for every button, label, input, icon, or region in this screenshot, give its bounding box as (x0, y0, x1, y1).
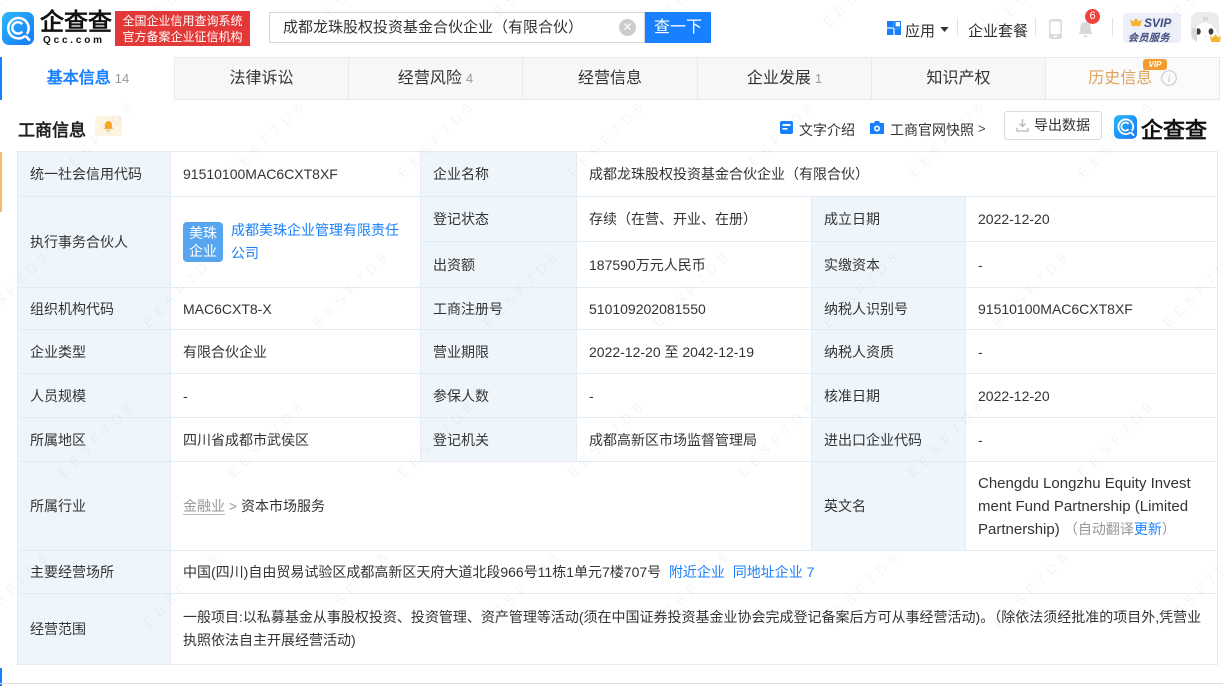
svg-text:i: i (1167, 74, 1170, 85)
